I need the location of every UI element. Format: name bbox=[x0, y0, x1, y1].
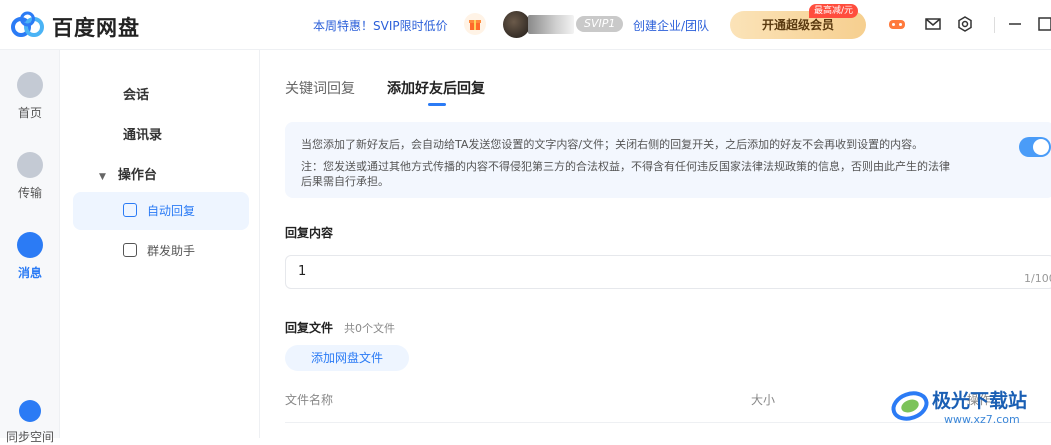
rail-item-messages[interactable]: 消息 bbox=[0, 232, 60, 281]
vip-discount-tag: 最高减/元 bbox=[809, 4, 859, 18]
baidu-netdisk-logo-icon bbox=[11, 11, 44, 37]
column-header-filename: 文件名称 bbox=[285, 393, 334, 407]
titlebar-divider bbox=[994, 17, 995, 33]
svip-level-badge: SVIP1 bbox=[576, 16, 624, 32]
subnav-item-label: 群发助手 bbox=[147, 244, 196, 258]
settings-icon[interactable] bbox=[955, 14, 975, 34]
subnav-item-auto-reply[interactable]: 自动回复 bbox=[73, 192, 249, 230]
reply-file-count: 共0个文件 bbox=[344, 322, 395, 335]
column-header-size: 大小 bbox=[751, 393, 776, 407]
subnav-item-console[interactable]: ▼ 操作台 bbox=[61, 164, 260, 183]
auto-reply-toggle[interactable] bbox=[1019, 137, 1051, 157]
tab-keyword-reply[interactable]: 关键词回复 bbox=[285, 78, 355, 98]
sync-icon bbox=[19, 400, 41, 422]
char-counter: 1/100 bbox=[1024, 272, 1051, 285]
username-redacted[interactable] bbox=[528, 15, 574, 34]
reply-file-label: 回复文件 bbox=[285, 321, 334, 335]
subnav-item-mass-message[interactable]: 群发助手 bbox=[73, 232, 249, 270]
rail-item-transfer[interactable]: 传输 bbox=[0, 152, 60, 201]
rail-item-label: 传输 bbox=[17, 186, 42, 200]
title-bar: 百度网盘 本周特惠！SVIP限时低价 SVIP1 创建企业/团队 开通超级会员 … bbox=[0, 0, 1051, 50]
reply-content-label: 回复内容 bbox=[285, 226, 334, 240]
rail-item-sync-space[interactable]: 同步空间 bbox=[0, 400, 60, 445]
rail-item-label: 同步空间 bbox=[5, 430, 54, 444]
subnav-item-chats[interactable]: 会话 bbox=[61, 84, 260, 103]
rail-item-label: 消息 bbox=[17, 266, 42, 280]
notice-disclaimer-cont: 后果需自行承担。 bbox=[301, 175, 389, 188]
notice-disclaimer: 注：您发送或通过其他方式传播的内容不得侵犯第三方的合法权益，不得含有任何违反国家… bbox=[301, 160, 950, 173]
auto-reply-icon bbox=[123, 203, 137, 217]
active-tab-indicator bbox=[428, 103, 446, 106]
contacts-icon bbox=[17, 232, 43, 258]
site-watermark: 极光下载站 www.xz7.com bbox=[890, 382, 1045, 432]
mass-message-icon bbox=[123, 243, 137, 257]
game-icon[interactable] bbox=[887, 14, 907, 34]
notice-text: 当您添加了新好友后，会自动给TA发送您设置的文字内容/文件；关闭右侧的回复开关，… bbox=[301, 138, 924, 151]
subnav-item-contacts[interactable]: 通讯录 bbox=[61, 124, 260, 143]
minimize-icon[interactable] bbox=[1005, 14, 1025, 34]
reply-content-input[interactable]: 1 bbox=[285, 255, 1051, 289]
watermark-site-name: 极光下载站 bbox=[932, 390, 1028, 412]
tab-add-friend-reply[interactable]: 添加好友后回复 bbox=[387, 78, 485, 98]
cloud-icon bbox=[17, 72, 43, 98]
auto-reply-notice: 当您添加了新好友后，会自动给TA发送您设置的文字内容/文件；关闭右侧的回复开关，… bbox=[285, 122, 1051, 198]
mail-icon[interactable] bbox=[923, 14, 943, 34]
user-avatar[interactable] bbox=[503, 11, 530, 38]
gift-icon[interactable] bbox=[464, 13, 486, 35]
maximize-icon[interactable] bbox=[1035, 14, 1051, 34]
add-netdisk-file-button[interactable]: 添加网盘文件 bbox=[285, 345, 409, 371]
left-rail: 首页 传输 消息 同步空间 bbox=[0, 50, 60, 444]
create-team-link[interactable]: 创建企业/团队 bbox=[633, 17, 709, 34]
subnav-item-label: 操作台 bbox=[117, 168, 157, 183]
app-brand: 百度网盘 bbox=[52, 16, 140, 40]
watermark-logo-icon bbox=[891, 391, 929, 421]
watermark-url: www.xz7.com bbox=[944, 413, 1020, 426]
transfer-icon bbox=[17, 152, 43, 178]
svip-promo-link[interactable]: 本周特惠！SVIP限时低价 bbox=[313, 17, 448, 34]
subnav-item-label: 自动回复 bbox=[147, 204, 196, 218]
auto-reply-panel: 关键词回复 添加好友后回复 当您添加了新好友后，会自动给TA发送您设置的文字内容… bbox=[261, 50, 1051, 438]
rail-item-home[interactable]: 首页 bbox=[0, 72, 60, 121]
caret-down-icon: ▼ bbox=[99, 172, 106, 182]
message-subnav: 会话 通讯录 ▼ 操作台 自动回复 群发助手 bbox=[61, 50, 260, 438]
rail-item-label: 首页 bbox=[17, 106, 42, 120]
